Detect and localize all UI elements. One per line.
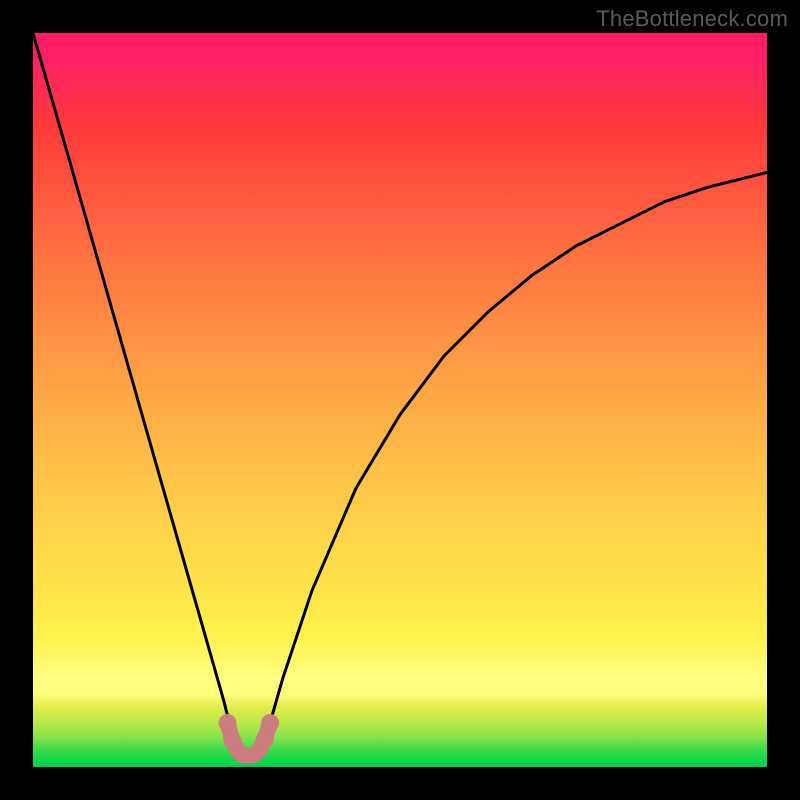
chart-svg xyxy=(33,33,767,767)
chart-frame: TheBottleneck.com xyxy=(0,0,800,800)
valley-dot xyxy=(224,732,242,750)
valley-dot xyxy=(219,714,237,732)
valley-dot xyxy=(256,730,274,748)
valley-highlight xyxy=(228,723,271,756)
valley-dot xyxy=(261,714,279,732)
plot-area xyxy=(33,33,767,767)
watermark-text: TheBottleneck.com xyxy=(596,6,788,32)
curve-main xyxy=(33,33,767,756)
